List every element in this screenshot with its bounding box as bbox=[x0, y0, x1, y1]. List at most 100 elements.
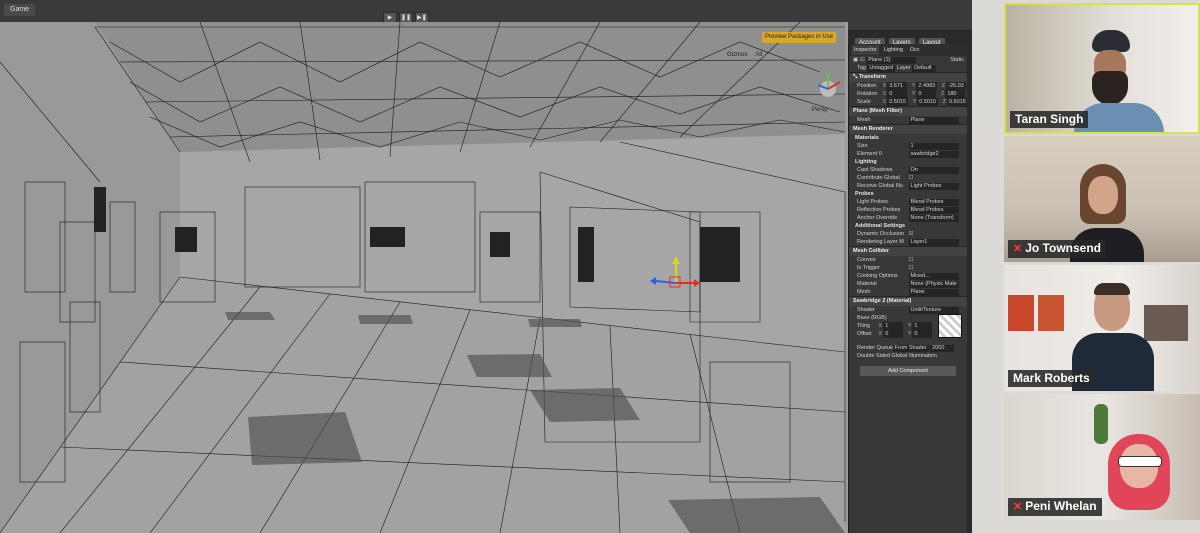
mic-off-icon: ✕ bbox=[1013, 243, 1023, 255]
position-x-field[interactable]: 3.671 bbox=[887, 82, 908, 90]
receive-gi-dropdown[interactable]: Light Probes bbox=[908, 183, 959, 190]
scale-y-field[interactable]: 0.5015 bbox=[917, 98, 939, 106]
dynamic-occlusion-row: Dynamic Occlusion ☑ bbox=[857, 231, 914, 237]
participant-video bbox=[1100, 430, 1190, 520]
position-y-field[interactable]: 2.4983 bbox=[916, 82, 938, 90]
layer-label: Layer bbox=[896, 65, 911, 71]
receive-gi-row: Receive Global Illu Light Probes bbox=[849, 182, 967, 190]
anchor-override-field[interactable]: None (Transform) bbox=[908, 215, 959, 222]
scale-x-field[interactable]: 0.5015 bbox=[887, 98, 909, 106]
rotation-z-field[interactable]: 180 bbox=[945, 90, 966, 98]
rotation-x-field[interactable]: 0 bbox=[887, 90, 908, 98]
tiling-y-field[interactable]: 1 bbox=[912, 322, 933, 330]
light-probes-row: Light Probes Blend Probes bbox=[849, 198, 967, 206]
collider-material-field[interactable]: None (Physic Mate bbox=[908, 281, 959, 288]
position-z-field[interactable]: -26.03 bbox=[946, 82, 967, 90]
rotation-y-field[interactable]: 0 bbox=[916, 90, 937, 98]
scene-gizmo-bar: Gizmos All bbox=[727, 52, 762, 58]
contribute-gi-checkbox[interactable]: ☐ bbox=[909, 175, 914, 181]
tag-dropdown[interactable]: Untagged bbox=[867, 65, 896, 72]
participant-tile[interactable]: ✕ Peni Whelan bbox=[1004, 394, 1200, 520]
static-toggle[interactable]: Static bbox=[950, 56, 964, 64]
cube-icon: ▣ bbox=[853, 57, 859, 63]
tab-inspector[interactable]: Inspector bbox=[852, 45, 879, 55]
materials-foldout[interactable]: Materials bbox=[849, 134, 967, 142]
add-component-button[interactable]: Add Component bbox=[860, 366, 956, 376]
wall-artwork bbox=[1038, 295, 1064, 331]
participant-name: ✕ Peni Whelan bbox=[1008, 498, 1102, 516]
convex-checkbox[interactable]: ☐ bbox=[909, 257, 914, 263]
gizmos-dropdown[interactable]: Gizmos bbox=[727, 52, 747, 58]
contribute-gi-row: Contribute Global ☐ bbox=[857, 175, 914, 181]
collider-material-row: Material None (Physic Mate bbox=[857, 281, 959, 288]
size-field[interactable]: 1 bbox=[908, 143, 959, 150]
cast-shadows-dropdown[interactable]: On bbox=[908, 167, 959, 174]
cooking-row: Cooking Options Mixed... bbox=[849, 272, 967, 280]
element-field[interactable]: sawbridge2 bbox=[908, 151, 959, 158]
rendering-layer-dropdown[interactable]: Layer1 bbox=[908, 239, 959, 246]
dynamic-occlusion-checkbox[interactable]: ☑ bbox=[909, 231, 914, 237]
texture-thumbnail[interactable] bbox=[938, 314, 962, 338]
wall-artwork bbox=[1008, 295, 1034, 331]
participant-tile[interactable]: ✕ Jo Townsend bbox=[1004, 136, 1200, 262]
offset-x-field[interactable]: 0 bbox=[883, 330, 904, 338]
preview-packages-button[interactable]: Preview Packages in Use bbox=[762, 32, 837, 43]
texture-section: Base (RGB) Tiling X1 Y1 Offset X0 Y0 bbox=[849, 314, 967, 344]
convex-row: Convex ☐ bbox=[857, 257, 914, 263]
cooking-dropdown[interactable]: Mixed... bbox=[908, 273, 959, 280]
mesh-filter-field[interactable]: Plane bbox=[908, 117, 959, 124]
layer-dropdown[interactable]: Default bbox=[912, 65, 937, 72]
rotation-row: Rotation X0 Y0 Z 180 bbox=[849, 90, 967, 98]
double-sided-row: Double Sided Global Illumination bbox=[857, 353, 937, 359]
scene-view[interactable]: Gizmos All Persp bbox=[0, 22, 848, 533]
tiling-x-field[interactable]: 1 bbox=[883, 322, 904, 330]
additional-settings-foldout[interactable]: Additional Settings bbox=[849, 222, 967, 230]
render-queue-value[interactable]: 2000 bbox=[930, 345, 955, 352]
tab-occlusion[interactable]: Occ bbox=[908, 45, 922, 55]
participant-name: Mark Roberts bbox=[1008, 370, 1095, 387]
transform-icon: ⤡ bbox=[853, 74, 858, 80]
wireframe-gallery-scene bbox=[0, 22, 846, 533]
render-queue-mode[interactable]: From Shader bbox=[892, 345, 929, 352]
glasses bbox=[1118, 456, 1162, 467]
probes-foldout[interactable]: Probes bbox=[849, 190, 967, 198]
active-checkbox[interactable]: ☑ bbox=[860, 57, 865, 63]
participant-tile[interactable]: Mark Roberts bbox=[1004, 265, 1200, 391]
element-row: Element 0 sawbridge2 bbox=[849, 150, 967, 158]
participant-tile[interactable]: Taran Singh bbox=[1004, 3, 1200, 134]
inspector-panel: Inspector Lighting Occ ▣ ☑ Plane (3) Sta… bbox=[848, 44, 967, 533]
lighting-foldout[interactable]: Lighting bbox=[849, 158, 967, 166]
mesh-collider-header[interactable]: Mesh Collider bbox=[849, 246, 967, 256]
rendering-layer-row: Rendering Layer M Layer1 bbox=[849, 238, 967, 246]
position-row: Position X 3.671 Y 2.4983 Z -26.03 bbox=[849, 82, 967, 90]
tag-layer-row: Tag Untagged Layer Default bbox=[849, 64, 967, 72]
anchor-override-row: Anchor Override None (Transform) bbox=[849, 214, 967, 222]
mesh-filter-row: Mesh Plane bbox=[849, 116, 967, 124]
mesh-renderer-header[interactable]: Mesh Renderer bbox=[849, 124, 967, 134]
perspective-label[interactable]: Persp bbox=[812, 107, 828, 113]
tab-lighting[interactable]: Lighting bbox=[882, 45, 905, 55]
material-header[interactable]: Sawbridge 2 (Material) bbox=[849, 296, 967, 306]
mic-off-icon: ✕ bbox=[1013, 501, 1023, 513]
participant-name: Taran Singh bbox=[1010, 111, 1089, 128]
trigger-checkbox[interactable]: ☐ bbox=[909, 265, 914, 271]
collider-mesh-row: Mesh Plane bbox=[849, 288, 967, 296]
unity-editor-window: Game ▶ ❚❚ ▶❚ Gizmos All Persp Preview Pa… bbox=[0, 0, 972, 533]
tag-label: Tag bbox=[857, 65, 866, 71]
shader-dropdown[interactable]: Unlit/Texture bbox=[908, 307, 959, 314]
cast-shadows-row: Cast Shadows On bbox=[849, 166, 967, 174]
shader-row: Shader Unlit/Texture bbox=[849, 306, 967, 314]
search-all-field[interactable]: All bbox=[755, 52, 762, 58]
object-name-field[interactable]: Plane (3) bbox=[866, 57, 917, 64]
transform-header[interactable]: ⤡ Transform bbox=[849, 72, 967, 82]
light-probes-dropdown[interactable]: Blend Probes bbox=[908, 199, 959, 206]
scale-z-field[interactable]: 0.5015 bbox=[946, 98, 967, 106]
render-queue-row: Render Queue From Shader 2000 bbox=[849, 344, 967, 352]
collider-mesh-field[interactable]: Plane bbox=[908, 289, 959, 296]
game-tab[interactable]: Game bbox=[4, 4, 36, 16]
reflection-probes-dropdown[interactable]: Blend Probes bbox=[908, 207, 959, 214]
object-header: ▣ ☑ Plane (3) Static bbox=[849, 56, 967, 64]
offset-y-field[interactable]: 0 bbox=[912, 330, 933, 338]
mesh-filter-header[interactable]: Plane (Mesh Filter) bbox=[849, 106, 967, 116]
trigger-row: Is Trigger ☐ bbox=[857, 265, 914, 271]
